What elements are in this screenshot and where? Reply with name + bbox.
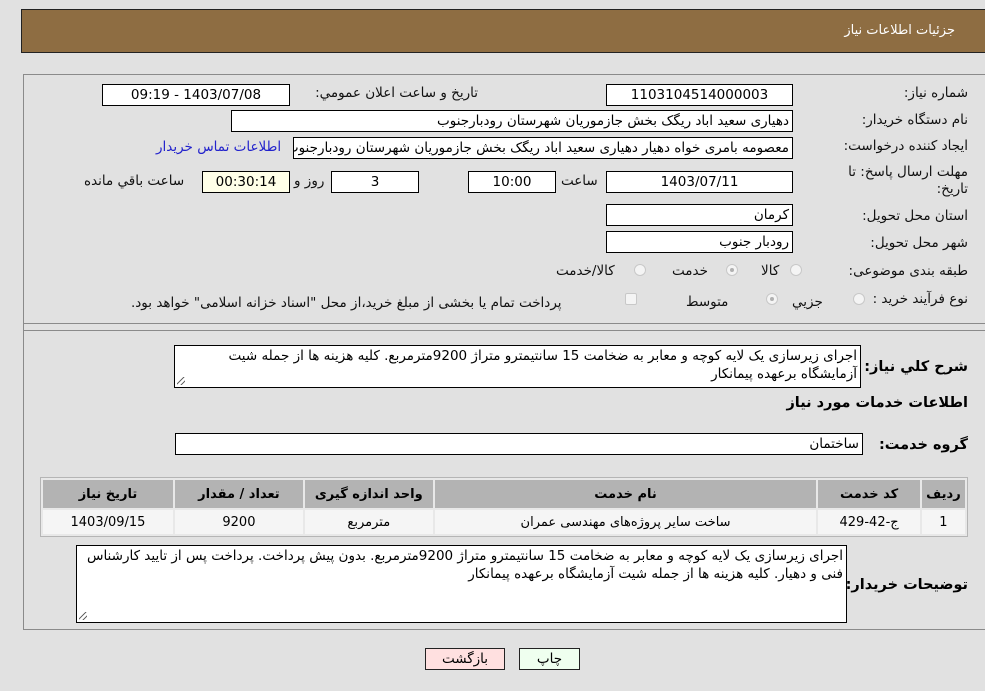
days-label: روز و xyxy=(294,173,325,189)
purchase-option-medium: متوسط xyxy=(686,294,729,310)
purchase-radio-minor[interactable] xyxy=(853,293,865,305)
category-option-goods-service: کالا/خدمت xyxy=(556,263,615,279)
remaining-time-field: 00:30:14 xyxy=(202,171,290,193)
requester-label: ايجاد کننده درخواست: xyxy=(843,138,968,154)
deadline-label-line2: تاريخ: xyxy=(936,181,968,197)
col-quantity: تعداد / مقدار xyxy=(174,480,303,508)
deadline-time-field[interactable]: 10:00 xyxy=(468,171,556,193)
city-field[interactable]: رودبار جنوب xyxy=(606,231,793,253)
buyer-org-field[interactable]: دهیاری سعید اباد ریگک بخش جازموریان شهرس… xyxy=(231,110,793,132)
requester-field[interactable]: معصومه بامری خواه دهیار دهیاری سعید اباد… xyxy=(293,137,793,159)
category-label: طبقه بندی موضوعی: xyxy=(848,263,968,279)
cell-need-date: 1403/09/15 xyxy=(43,510,173,534)
resize-grip-icon[interactable] xyxy=(177,377,185,385)
buyer-org-label: نام دستگاه خريدار: xyxy=(861,112,968,128)
cell-service-name: ساخت سایر پروژه‌های مهندسی عمران xyxy=(434,510,817,534)
treasury-checkbox[interactable] xyxy=(625,293,637,305)
category-radio-goods[interactable] xyxy=(790,264,802,276)
table-header-row: رديف کد خدمت نام خدمت واحد اندازه گيری ت… xyxy=(43,480,965,508)
purchase-type-label: نوع فرآيند خريد : xyxy=(872,291,968,307)
province-field[interactable]: کرمان xyxy=(606,204,793,226)
need-number-field[interactable]: 1103104514000003 xyxy=(606,84,793,106)
divider xyxy=(24,330,985,331)
page-header: جزئیات اطلاعات نیاز xyxy=(21,9,985,53)
buyer-contact-link[interactable]: اطلاعات تماس خريدار xyxy=(156,139,281,155)
cell-unit: مترمربع xyxy=(304,510,433,534)
buyer-notes-label: توضيحات خريدار: xyxy=(845,577,968,593)
description-text: اجرای زیرسازی یک لایه کوچه و معابر به ضخ… xyxy=(228,348,857,382)
cell-quantity: 9200 xyxy=(174,510,303,534)
treasury-checkbox-label: پرداخت تمام يا بخشی از مبلغ خريد،از محل … xyxy=(131,295,562,311)
services-table: رديف کد خدمت نام خدمت واحد اندازه گيری ت… xyxy=(40,477,968,537)
service-group-label: گروه خدمت: xyxy=(878,437,968,453)
category-radio-goods-service[interactable] xyxy=(634,264,646,276)
col-row-number: رديف xyxy=(921,480,965,508)
remaining-days-field[interactable]: 3 xyxy=(331,171,419,193)
description-label: شرح کلي نياز: xyxy=(864,359,968,375)
col-service-name: نام خدمت xyxy=(434,480,817,508)
divider xyxy=(24,323,985,324)
services-section-title: اطلاعات خدمات مورد نياز xyxy=(786,395,968,411)
print-button[interactable]: چاپ xyxy=(519,648,580,670)
table-row: 1 ج-42-429 ساخت سایر پروژه‌های مهندسی عم… xyxy=(43,510,965,534)
province-label: استان محل تحويل: xyxy=(862,208,968,224)
buyer-notes-textarea[interactable]: اجرای زیرسازی یک لایه کوچه و معابر به ضخ… xyxy=(76,545,847,623)
cell-service-code: ج-42-429 xyxy=(818,510,920,534)
back-button[interactable]: بازگشت xyxy=(425,648,505,670)
need-number-label: شماره نیاز: xyxy=(903,85,968,101)
buyer-notes-text: اجرای زیرسازی یک لایه کوچه و معابر به ضخ… xyxy=(86,548,843,582)
category-option-goods: کالا xyxy=(761,263,780,279)
announce-datetime-label: تاریخ و ساعت اعلان عمومي: xyxy=(315,85,478,101)
col-service-code: کد خدمت xyxy=(818,480,920,508)
category-option-service: خدمت xyxy=(672,263,708,279)
deadline-date-field[interactable]: 1403/07/11 xyxy=(606,171,793,193)
city-label: شهر محل تحويل: xyxy=(870,235,968,251)
col-need-date: تاريخ نياز xyxy=(43,480,173,508)
remaining-time-label: ساعت باقي مانده xyxy=(84,173,185,189)
category-radio-service[interactable] xyxy=(726,264,738,276)
details-panel: شماره نیاز: 1103104514000003 تاریخ و ساع… xyxy=(23,74,985,630)
purchase-radio-medium[interactable] xyxy=(766,293,778,305)
resize-grip-icon[interactable] xyxy=(79,612,87,620)
deadline-time-label: ساعت xyxy=(561,173,598,189)
service-group-field[interactable]: ساختمان xyxy=(175,433,863,455)
col-unit: واحد اندازه گيری xyxy=(304,480,433,508)
deadline-label: مهلت ارسال پاسخ: تا xyxy=(848,164,968,180)
announce-datetime-field[interactable]: 1403/07/08 - 09:19 xyxy=(102,84,290,106)
cell-row-number: 1 xyxy=(921,510,965,534)
page-title: جزئیات اطلاعات نیاز xyxy=(844,23,955,38)
purchase-option-minor: جزيي xyxy=(792,294,823,310)
description-textarea[interactable]: اجرای زیرسازی یک لایه کوچه و معابر به ضخ… xyxy=(174,345,861,388)
